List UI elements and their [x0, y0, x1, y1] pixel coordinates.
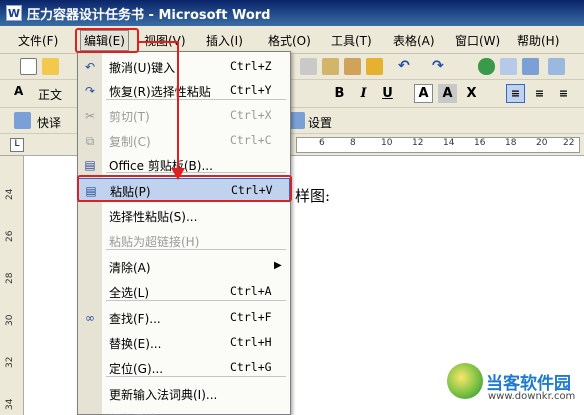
watermark-url: www.downkr.com	[488, 391, 576, 402]
watermark-logo-icon	[447, 363, 483, 399]
annotation-arrow	[139, 41, 185, 180]
